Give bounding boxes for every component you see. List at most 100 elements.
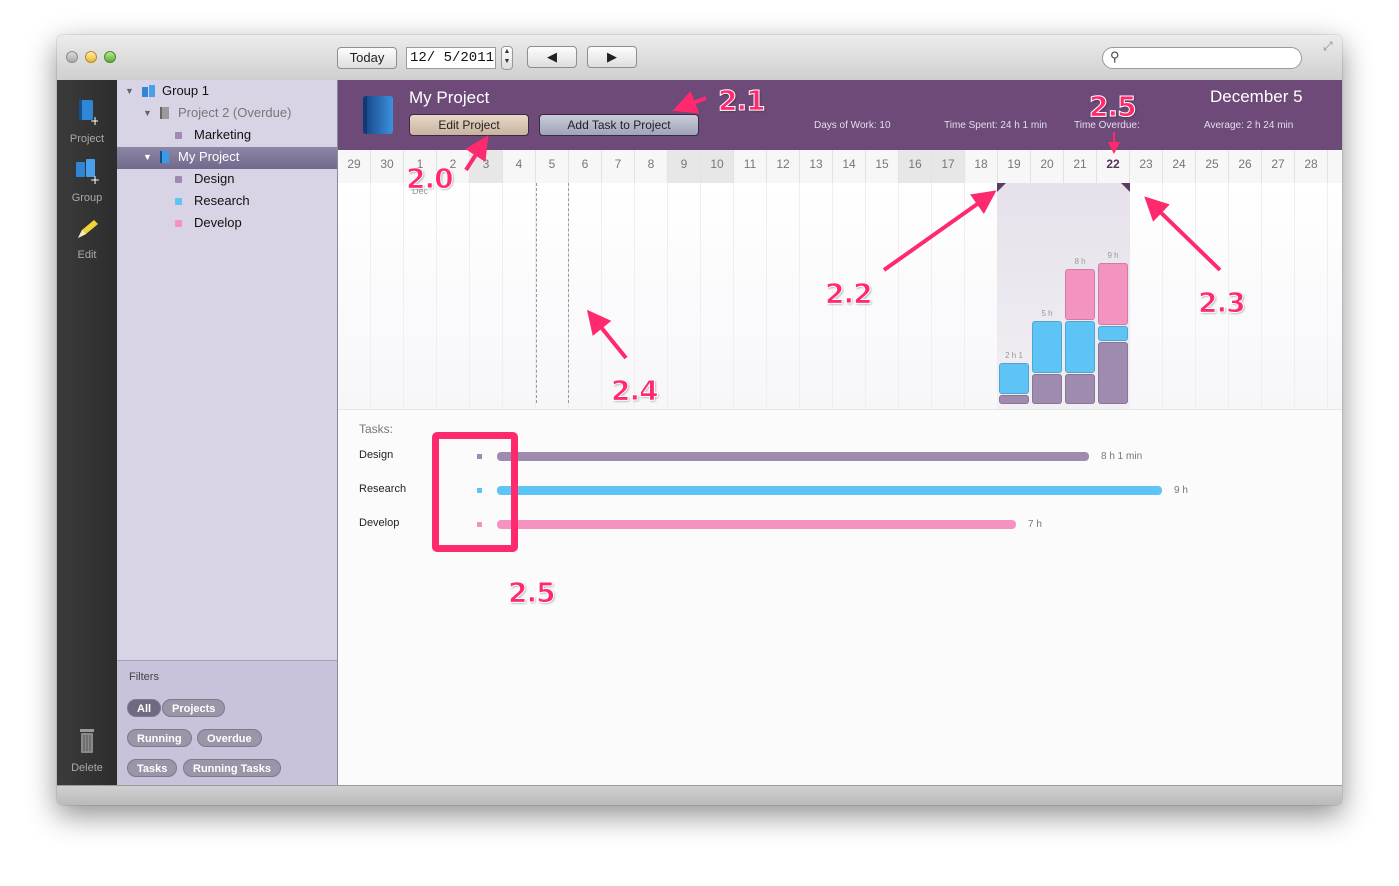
- day-cell[interactable]: 3: [470, 150, 503, 183]
- day-cell[interactable]: 21: [1064, 150, 1097, 183]
- grid-line: [964, 183, 965, 409]
- bar-design-20[interactable]: [1032, 373, 1062, 404]
- filter-overdue-button[interactable]: Overdue: [197, 729, 262, 747]
- task-progress-bar[interactable]: [497, 486, 1162, 495]
- disclosure-triangle-icon[interactable]: ▼: [143, 102, 152, 124]
- day-cell[interactable]: 12: [767, 150, 800, 183]
- day-cell[interactable]: 9: [668, 150, 701, 183]
- bar-research-19[interactable]: [999, 363, 1029, 394]
- edit-tool[interactable]: Edit: [57, 218, 117, 261]
- next-button[interactable]: ▶: [587, 46, 637, 68]
- task-color-dot: [175, 132, 182, 139]
- previous-button[interactable]: ◀: [527, 46, 577, 68]
- day-cell[interactable]: 19: [998, 150, 1031, 183]
- day-cell[interactable]: 30: [371, 150, 404, 183]
- edit-project-button[interactable]: Edit Project: [409, 114, 529, 136]
- disclosure-triangle-icon[interactable]: ▼: [143, 146, 152, 168]
- disclosure-triangle-icon[interactable]: ▼: [125, 80, 134, 102]
- grid-line: [865, 183, 866, 409]
- minimize-window-button[interactable]: [85, 51, 97, 63]
- project-title: My Project: [409, 88, 490, 107]
- grid-line: [436, 183, 437, 409]
- date-stepper[interactable]: ▲ ▼: [501, 46, 513, 70]
- grid-line: [766, 183, 767, 409]
- day-cell[interactable]: 10: [701, 150, 734, 183]
- grid-line: [733, 183, 734, 409]
- workload-chart: Dec 2 h 1 5 h 8 h 9 h: [338, 183, 1342, 409]
- bar-develop-21[interactable]: [1065, 268, 1095, 320]
- new-group-tool[interactable]: + Group: [57, 157, 117, 204]
- close-window-button[interactable]: [66, 51, 78, 63]
- task-progress-bar[interactable]: [497, 520, 1016, 529]
- day-cell[interactable]: 2: [437, 150, 470, 183]
- day-cell[interactable]: 23: [1130, 150, 1163, 183]
- bar-research-21[interactable]: [1065, 321, 1095, 373]
- time-overdue-stat: Time Overdue:: [1074, 120, 1140, 131]
- bar-research-22[interactable]: [1098, 326, 1128, 341]
- today-button[interactable]: Today: [337, 47, 397, 69]
- bar-design-21[interactable]: [1065, 373, 1095, 404]
- day-cell[interactable]: 5: [536, 150, 569, 183]
- bar-total-label: 2 h 1: [1005, 351, 1023, 360]
- day-cell[interactable]: 1: [404, 150, 437, 183]
- bar-total-label: 8 h: [1074, 256, 1086, 266]
- filter-tasks-button[interactable]: Tasks: [127, 759, 178, 777]
- day-cell[interactable]: 28: [1295, 150, 1328, 183]
- time-spent-stat: Time Spent: 24 h 1 min: [944, 120, 1048, 131]
- day-cell[interactable]: 29: [338, 150, 371, 183]
- day-cell[interactable]: 13: [800, 150, 833, 183]
- date-field[interactable]: 12/ 5/2011: [406, 47, 496, 69]
- day-cell[interactable]: 27: [1262, 150, 1295, 183]
- grid-line: [601, 183, 602, 409]
- task-name[interactable]: Develop: [359, 517, 399, 529]
- tree-label: My Project: [178, 149, 240, 164]
- app-window: Today 12/ 5/2011 ▲ ▼ ◀ ▶ ⚲ ⤢ + Project + …: [57, 35, 1342, 805]
- left-toolbar: + Project + Group Edit Delete: [57, 80, 117, 785]
- tree-label: Marketing: [194, 127, 252, 142]
- range-end-marker[interactable]: [1121, 183, 1130, 192]
- bar-design-22[interactable]: [1098, 342, 1128, 404]
- filter-running-tasks-button[interactable]: Running Tasks: [183, 759, 282, 777]
- day-cell[interactable]: 15: [866, 150, 899, 183]
- fullscreen-icon[interactable]: ⤢: [1323, 39, 1333, 54]
- search-field[interactable]: ⚲: [1102, 47, 1302, 69]
- sidebar: ▼ Group 1 ▼ Project 2 (Overdue) Marketin…: [117, 80, 338, 786]
- bar-design-19[interactable]: [999, 394, 1029, 404]
- day-cell[interactable]: 25: [1196, 150, 1229, 183]
- bar-research-20[interactable]: [1032, 321, 1062, 373]
- filter-all-button[interactable]: All: [127, 699, 162, 717]
- day-cell[interactable]: 6: [569, 150, 602, 183]
- grid-line: [1228, 183, 1229, 409]
- filter-running-button[interactable]: Running: [127, 729, 192, 747]
- task-color-dot: [477, 522, 482, 527]
- task-time-value: 7 h: [1028, 519, 1042, 530]
- grid-line: [403, 183, 404, 409]
- bar-develop-22[interactable]: [1098, 263, 1128, 326]
- filter-projects-button[interactable]: Projects: [162, 699, 226, 717]
- filters-heading: Filters: [129, 671, 159, 683]
- grid-line: [832, 183, 833, 409]
- grid-line: [931, 183, 932, 409]
- range-start-marker[interactable]: [997, 183, 1006, 192]
- day-cell[interactable]: 20: [1031, 150, 1064, 183]
- delete-tool-label: Delete: [71, 762, 103, 774]
- zoom-window-button[interactable]: [104, 51, 116, 63]
- day-cell[interactable]: 14: [833, 150, 866, 183]
- task-color-dot: [477, 488, 482, 493]
- day-cell[interactable]: 18: [965, 150, 998, 183]
- day-cell[interactable]: 24: [1163, 150, 1196, 183]
- task-progress-bar[interactable]: [497, 452, 1089, 461]
- task-name[interactable]: Research: [359, 483, 406, 495]
- day-cell[interactable]: 8: [635, 150, 668, 183]
- day-cell[interactable]: 7: [602, 150, 635, 183]
- delete-tool[interactable]: Delete: [57, 725, 117, 774]
- day-cell[interactable]: 22: [1097, 150, 1130, 183]
- day-cell[interactable]: 11: [734, 150, 767, 183]
- new-project-tool[interactable]: + Project: [57, 98, 117, 145]
- task-name[interactable]: Design: [359, 449, 393, 461]
- add-task-button[interactable]: Add Task to Project: [539, 114, 699, 136]
- day-cell[interactable]: 26: [1229, 150, 1262, 183]
- day-cell[interactable]: 17: [932, 150, 965, 183]
- day-cell[interactable]: 16: [899, 150, 932, 183]
- day-cell[interactable]: 4: [503, 150, 536, 183]
